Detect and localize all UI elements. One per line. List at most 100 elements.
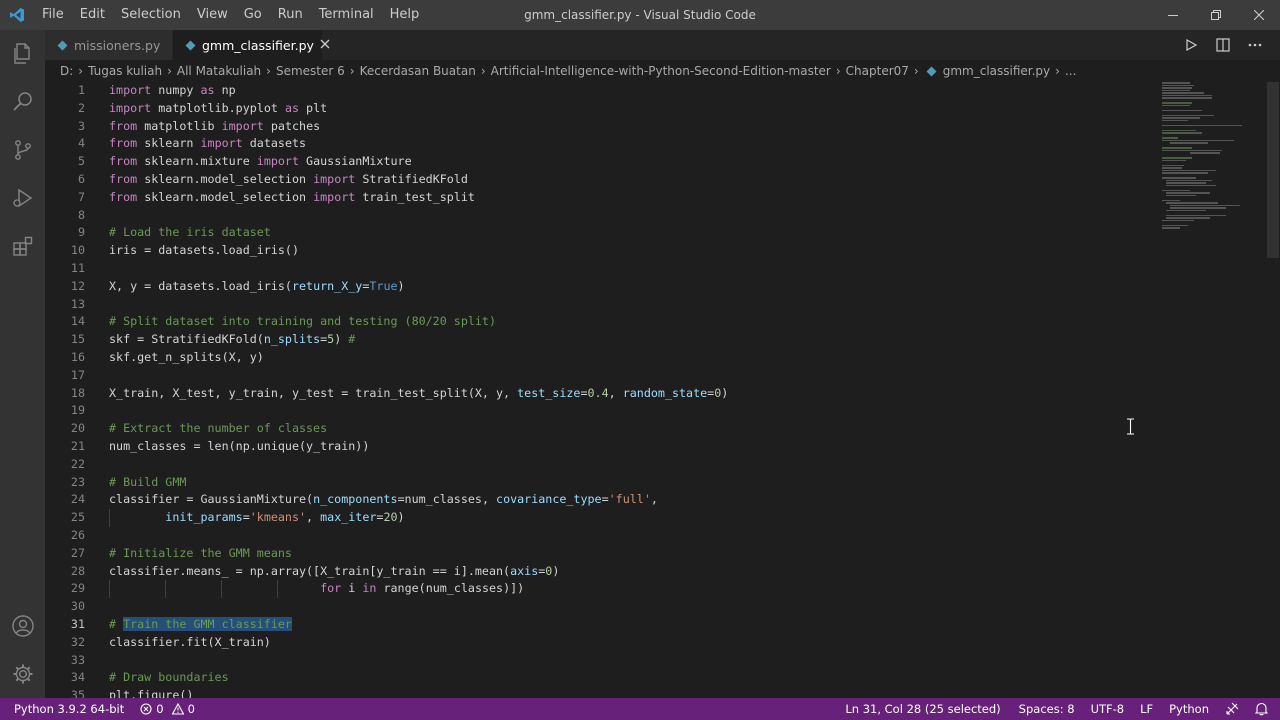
- title-bar: File Edit Selection View Go Run Terminal…: [0, 0, 1280, 30]
- breadcrumb-item[interactable]: gmm_classifier.py: [943, 64, 1050, 78]
- menu-terminal[interactable]: Terminal: [311, 0, 382, 30]
- breadcrumb-item[interactable]: D:: [60, 64, 73, 78]
- accounts-button[interactable]: [0, 602, 45, 650]
- code-comment: # Draw boundaries: [109, 670, 229, 685]
- warning-count: 0: [187, 702, 195, 716]
- code-line: 6 from sklearn.model_selection import Str…: [45, 171, 1155, 189]
- editor-tab-bar: missioners.py gmm_classifier.py: [45, 30, 1280, 60]
- line-number: 16: [70, 350, 85, 364]
- code-text: import matplotlib.pyplot as plt: [109, 100, 328, 115]
- breadcrumb-item[interactable]: Semester 6: [276, 64, 345, 78]
- breadcrumb: D: › Tugas kuliah › All Matakuliah › Semest…: [45, 60, 1280, 82]
- eol-selector[interactable]: LF: [1132, 698, 1161, 720]
- code-line: 12 X, y = datasets.load_iris(return_X_y=T…: [45, 278, 1155, 296]
- chevron-right-icon: ›: [480, 64, 486, 78]
- source-control-icon: [14, 140, 31, 160]
- code-line: 23 # Build GMM: [45, 474, 1155, 492]
- menu-edit[interactable]: Edit: [72, 0, 113, 30]
- breadcrumb-item[interactable]: Chapter07: [846, 64, 909, 78]
- code-text: plt.figure(): [109, 688, 194, 698]
- code-comment: # Build GMM: [109, 474, 187, 489]
- explorer-button[interactable]: [0, 30, 45, 78]
- indentation-selector[interactable]: Spaces: 8: [1009, 698, 1083, 720]
- line-number: 24: [70, 492, 85, 507]
- accounts-icon: [11, 615, 34, 637]
- code-text: from sklearn import datasets: [109, 136, 307, 151]
- feedback-button[interactable]: [1217, 698, 1247, 720]
- tab-missioners-py[interactable]: missioners.py: [45, 30, 173, 60]
- menu-help[interactable]: Help: [382, 0, 428, 30]
- restore-button[interactable]: [1194, 0, 1237, 30]
- line-number: 13: [70, 296, 85, 311]
- line-number: 35: [70, 688, 85, 698]
- close-icon: [320, 39, 330, 49]
- tab-gmm-classifier-py[interactable]: gmm_classifier.py: [173, 30, 330, 60]
- breadcrumb-item[interactable]: Kecerdasan Buatan: [360, 64, 476, 78]
- line-number: 34: [70, 670, 85, 685]
- extensions-button[interactable]: [0, 222, 45, 270]
- code-line: 34 # Draw boundaries: [45, 669, 1155, 687]
- breadcrumb-item[interactable]: Artificial-Intelligence-with-Python-Seco…: [491, 64, 831, 78]
- code-line: 1 import numpy as np: [45, 82, 1155, 100]
- vertical-scrollbar[interactable]: [1267, 82, 1279, 698]
- menu-selection[interactable]: Selection: [113, 0, 189, 30]
- minimap[interactable]: [1160, 82, 1270, 252]
- language-mode-selector[interactable]: Python: [1161, 698, 1217, 720]
- notifications-button[interactable]: [1247, 698, 1280, 720]
- code-text: from sklearn.mixture import GaussianMixt…: [109, 154, 412, 169]
- line-number: 8: [77, 207, 85, 222]
- run-debug-button[interactable]: [0, 174, 45, 222]
- code-text: iris = datasets.load_iris(): [109, 243, 299, 258]
- python-interpreter-selector[interactable]: Python 3.9.2 64-bit: [0, 698, 132, 720]
- code-line: 22: [45, 456, 1155, 474]
- code-editor[interactable]: 1 import numpy as np 2 import matplotlib.p…: [45, 82, 1280, 698]
- manage-button[interactable]: [0, 650, 45, 698]
- menu-file[interactable]: File: [34, 0, 72, 30]
- menu-view[interactable]: View: [189, 0, 236, 30]
- encoding-label: UTF-8: [1090, 702, 1125, 716]
- code-line: 32 classifier.fit(X_train): [45, 634, 1155, 652]
- code-text: skf.get_n_splits(X, y): [109, 350, 264, 364]
- code-line: 11: [45, 260, 1155, 278]
- interpreter-label: Python 3.9.2 64-bit: [14, 702, 125, 716]
- code-text: classifier.fit(X_train): [109, 634, 271, 649]
- run-python-file-button[interactable]: [1180, 34, 1202, 56]
- code-line: 10 iris = datasets.load_iris(): [45, 242, 1155, 260]
- encoding-selector[interactable]: UTF-8: [1083, 698, 1133, 720]
- breadcrumb-item[interactable]: ...: [1065, 64, 1076, 78]
- line-number: 32: [70, 634, 85, 649]
- code-text: X, y = datasets.load_iris(return_X_y=Tru…: [109, 278, 405, 293]
- cursor-position-label: Ln 31, Col 28 (25 selected): [845, 702, 1001, 716]
- cursor-position[interactable]: Ln 31, Col 28 (25 selected): [837, 698, 1008, 720]
- line-number: 23: [70, 474, 85, 489]
- run-debug-icon: [12, 188, 32, 208]
- play-icon: [1186, 39, 1197, 51]
- code-line: 30: [45, 598, 1155, 616]
- mouse-ibeam-cursor-icon: [1127, 418, 1134, 435]
- scrollbar-thumb[interactable]: [1267, 82, 1279, 258]
- code-line: 33: [45, 652, 1155, 670]
- line-number: 21: [70, 439, 85, 453]
- source-control-button[interactable]: [0, 126, 45, 174]
- breadcrumb-item[interactable]: All Matakuliah: [177, 64, 261, 78]
- warning-icon: [171, 703, 184, 715]
- split-editor-button[interactable]: [1212, 34, 1234, 56]
- code-text: from matplotlib import patches: [109, 118, 321, 133]
- tab-label: missioners.py: [74, 37, 161, 53]
- breadcrumb-item[interactable]: Tugas kuliah: [88, 64, 162, 78]
- more-actions-button[interactable]: [1244, 34, 1266, 56]
- code-comment: # Initialize the GMM means: [109, 545, 292, 560]
- code-line: 5 from sklearn.mixture import GaussianMix…: [45, 153, 1155, 171]
- close-window-button[interactable]: [1237, 0, 1280, 30]
- tab-close-button[interactable]: [320, 37, 330, 53]
- menu-run[interactable]: Run: [270, 0, 311, 30]
- menu-go[interactable]: Go: [236, 0, 270, 30]
- code-comment: # Split dataset into training and testin…: [109, 314, 497, 329]
- problems-indicator[interactable]: 0 0: [132, 698, 203, 720]
- error-count: 0: [156, 702, 164, 716]
- line-number: 28: [70, 563, 85, 578]
- line-number: 10: [70, 243, 85, 258]
- line-number: 30: [70, 599, 85, 614]
- minimize-button[interactable]: [1151, 0, 1194, 30]
- search-button[interactable]: [0, 78, 45, 126]
